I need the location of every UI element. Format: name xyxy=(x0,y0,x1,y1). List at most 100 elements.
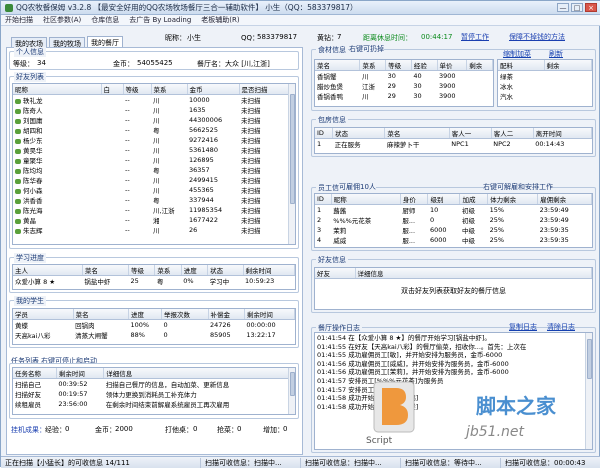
staff-row[interactable]: 2 %%%元花茶 服... 0 初级 25% 23:59:49 xyxy=(315,215,592,225)
tasks-scrollbar[interactable] xyxy=(288,368,295,414)
rooms-col-3[interactable]: 客人一 xyxy=(449,128,492,139)
staff-col-5[interactable]: 体力剩余 xyxy=(487,194,539,205)
menu-item-noads[interactable]: 去广告 By Loading xyxy=(129,15,191,25)
rooms-col-1[interactable]: 状态 xyxy=(332,128,386,139)
friend-row[interactable]: 黄昊华 -- 川 5361480 未扫描 xyxy=(13,145,295,155)
friend-row[interactable]: 陈均均 -- 粤 36357 未扫描 xyxy=(13,165,295,175)
friend-info-table[interactable]: 好友 详细信息 双击好友列表获取好友的餐厅信息 xyxy=(314,267,593,310)
students-col-5[interactable]: 剩余时间 xyxy=(244,309,295,320)
rooms-col-4[interactable]: 客人二 xyxy=(491,128,534,139)
staff-col-2[interactable]: 身价 xyxy=(400,194,429,205)
food-col-0[interactable]: 菜名 xyxy=(315,60,361,71)
col-level[interactable]: 等级 xyxy=(123,84,152,95)
friend-row[interactable]: 胡四和 -- 粤 5662525 未扫描 xyxy=(13,125,295,135)
minimize-button[interactable]: — xyxy=(557,3,569,12)
staff-col-1[interactable]: 昵称 xyxy=(331,194,401,205)
season-row[interactable]: 绿茶 xyxy=(498,71,592,81)
friend-row[interactable]: 杨少东 -- 川 9272416 未扫描 xyxy=(13,135,295,145)
food-col-2[interactable]: 等级 xyxy=(385,60,412,71)
task-row[interactable]: 扫描自己 00:39:52 扫描自己餐厅的信息，自动加菜、更新信息 xyxy=(13,379,295,389)
food-table[interactable]: 菜名 菜系 等级 经验 单价 剩余 香锅蟹川 30 40 3900 腊炒鱼煲 江浙 29 30 3900 香锅… xyxy=(314,59,494,107)
rooms-col-5[interactable]: 离开时间 xyxy=(533,128,592,139)
friend-row[interactable]: 陈光海 -- 川,江浙 11985354 未扫描 xyxy=(13,205,295,215)
staff-row[interactable]: 4 威威 服... 6000 中级 25% 23:59:35 xyxy=(315,235,592,245)
season-col-1[interactable]: 剩余 xyxy=(544,60,592,71)
study-col-6[interactable]: 剩余时间 xyxy=(243,265,295,276)
food-row[interactable]: 腊炒鱼煲 江浙 29 30 3900 xyxy=(315,81,493,91)
students-col-0[interactable]: 学员 xyxy=(13,309,74,320)
menu-item-warehouse[interactable]: 仓库信息 xyxy=(91,15,119,25)
study-col-5[interactable]: 状态 xyxy=(207,265,244,276)
food-refresh-link[interactable]: 刷新 xyxy=(549,49,563,59)
col-nick[interactable]: 昵称 xyxy=(13,84,102,95)
staff-col-6[interactable]: 雇佣剩余 xyxy=(537,194,592,205)
menu-item-params[interactable]: 社区参数(A) xyxy=(43,15,81,25)
food-col-1[interactable]: 菜系 xyxy=(359,60,387,71)
maximize-button[interactable]: □ xyxy=(571,3,583,12)
col-white[interactable]: 白 xyxy=(101,84,124,95)
students-col-2[interactable]: 进度 xyxy=(128,309,162,320)
pause-work-link[interactable]: 暂停工作 xyxy=(461,32,489,42)
staff-col-3[interactable]: 级别 xyxy=(427,194,461,205)
food-col-4[interactable]: 单价 xyxy=(437,60,468,71)
room-row[interactable]: 1 正在服务 麻辣萝卜干 NPC1 NPC2 00:14:43 xyxy=(315,139,592,149)
friend-row[interactable]: 轶礼龙 -- 川 10000 未扫描 xyxy=(13,95,295,105)
rooms-col-0[interactable]: ID xyxy=(315,128,334,139)
study-col-0[interactable]: 主人 xyxy=(13,265,83,276)
tasks-col-2[interactable]: 详细信息 xyxy=(103,368,295,379)
rooms-table[interactable]: ID 状态 菜名 客人一 客人二 离开时间 1 正在服务 麻辣萝卜干 NPC1 NPC2 00:14:… xyxy=(314,127,593,154)
friend-row[interactable]: 朱志辉 -- 川 26 未扫描 xyxy=(13,225,295,235)
close-button[interactable]: × xyxy=(585,3,597,12)
staff-row[interactable]: 1 蕗蕗 厨师 10 初级 15% 23:59:49 xyxy=(315,205,592,215)
tasks-table[interactable]: 任务名称 剩余时间 详细信息 扫描自己 00:39:52 扫描自己餐厅的信息，自动加菜、更… xyxy=(12,367,296,415)
copy-log-link[interactable]: 复制日志 xyxy=(509,322,537,332)
food-row[interactable]: 香锅蟹 川 30 40 3900 xyxy=(315,71,493,81)
menu-item-boss[interactable]: 老板辅助(R) xyxy=(201,15,239,25)
students-col-1[interactable]: 菜名 xyxy=(73,309,129,320)
tasks-col-0[interactable]: 任务名称 xyxy=(13,368,57,379)
seasoning-table[interactable]: 配料 剩余 绿茶 冰水 汽水 xyxy=(497,59,593,107)
food-row[interactable]: 香锅香鸭 川 29 30 3900 xyxy=(315,91,493,101)
tasks-col-1[interactable]: 剩余时间 xyxy=(56,368,105,379)
col-cuisine[interactable]: 菜系 xyxy=(151,84,188,95)
guard-method-link[interactable]: 保障不掉钱的方法 xyxy=(509,32,565,42)
students-col-3[interactable]: 举报次数 xyxy=(161,309,209,320)
friend-row[interactable]: 陈奇人 -- 川 1635 未扫描 xyxy=(13,105,295,115)
friend-row[interactable]: 刘国庸 -- 川 44300006 未扫描 xyxy=(13,115,295,125)
students-col-4[interactable]: 补偿金 xyxy=(208,309,245,320)
friend-row[interactable]: 陈华春 -- 川 2499415 未扫描 xyxy=(13,175,295,185)
staff-col-0[interactable]: ID xyxy=(315,194,332,205)
task-row[interactable]: 续租雇员 23:56:00 在剩余时间结束前解雇系统雇员工再次雇用 xyxy=(13,399,295,409)
student-row[interactable]: 黄蝶 回锅肉 100% 0 24726 00:00:00 xyxy=(13,320,295,330)
col-friend[interactable]: 好友 xyxy=(315,268,356,279)
friends-table[interactable]: 昵称 白 等级 菜系 金币 是否扫描 轶礼龙 -- 川 10000 未扫描 陈奇人 -- 川 1… xyxy=(12,83,296,245)
season-col-0[interactable]: 配料 xyxy=(498,60,545,71)
season-row[interactable]: 汽水 xyxy=(498,91,592,101)
rooms-col-2[interactable]: 菜名 xyxy=(384,128,450,139)
study-row[interactable]: 众爱小算 8 ★ 锅盐中虾 25 粤 0% 学习中 10:59:23 xyxy=(13,276,295,286)
staff-table[interactable]: ID 昵称 身价 级别 加成 体力剩余 雇佣剩余 1 蕗蕗 厨师 10 初级 15% 23:59:49 2%… xyxy=(314,193,593,248)
study-table[interactable]: 主人 菜名 等级 菜系 进度 状态 剩余时间 众爱小算 8 ★ 锅盐中虾 25 粤 0% 学习中 10:5… xyxy=(12,264,296,290)
friends-scrollbar[interactable] xyxy=(288,84,295,244)
food-col-3[interactable]: 经验 xyxy=(411,60,438,71)
study-col-4[interactable]: 进度 xyxy=(181,265,209,276)
student-row[interactable]: 天高kai八彩 清蒸大闸蟹 88% 0 85905 13:22:17 xyxy=(13,330,295,340)
friend-row[interactable]: 童聚华 -- 川 126895 未扫描 xyxy=(13,155,295,165)
friend-row[interactable]: 何小森 -- 川 455365 未扫描 xyxy=(13,185,295,195)
col-gold[interactable]: 金币 xyxy=(187,84,240,95)
col-scanned[interactable]: 是否扫描 xyxy=(239,84,295,95)
students-table[interactable]: 学员 菜名 进度 举报次数 补偿金 剩余时间 黄蝶 回锅肉 100% 0 24726 00:00:00… xyxy=(12,308,296,345)
season-row[interactable]: 冰水 xyxy=(498,81,592,91)
staff-row[interactable]: 5敏服...6000中级25%23:59:35 xyxy=(315,245,592,247)
add-dish-link[interactable]: 缩制加菜 xyxy=(503,49,531,59)
col-detail[interactable]: 详细信息 xyxy=(355,268,592,279)
staff-row[interactable]: 3 茉莉 服... 6000 中级 25% 23:59:35 xyxy=(315,225,592,235)
task-row[interactable]: 扫描好友 00:19:57 领体力更换到消耗员工补充体力 xyxy=(13,389,295,399)
study-col-2[interactable]: 等级 xyxy=(128,265,156,276)
friend-row[interactable]: 黄晶 -- 湘 1677422 未扫描 xyxy=(13,215,295,225)
staff-col-4[interactable]: 加成 xyxy=(459,194,489,205)
menu-item-scan[interactable]: 开始扫描 xyxy=(5,15,33,25)
friend-row[interactable]: 洪香香 -- 粤 337944 未扫描 xyxy=(13,195,295,205)
study-col-3[interactable]: 菜系 xyxy=(154,265,182,276)
study-col-1[interactable]: 菜名 xyxy=(82,265,130,276)
